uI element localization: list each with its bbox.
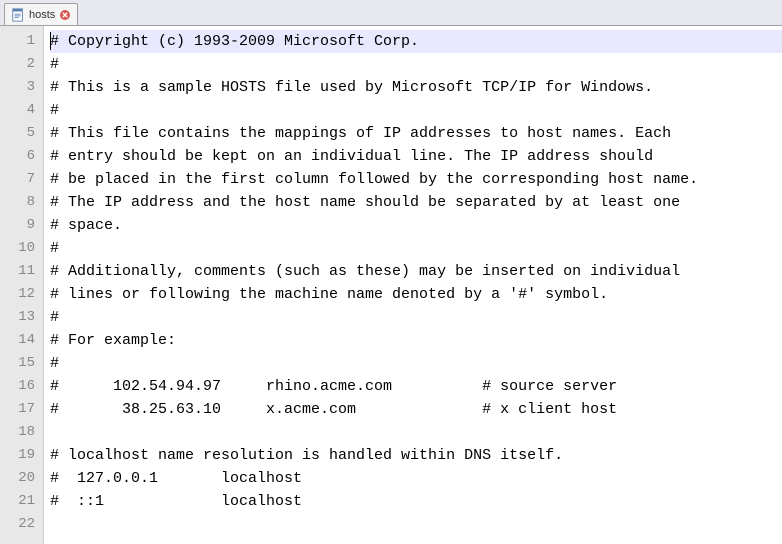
line-number: 19	[4, 444, 35, 467]
code-line[interactable]: # 102.54.94.97 rhino.acme.com # source s…	[50, 375, 782, 398]
code-line[interactable]: # For example:	[50, 329, 782, 352]
line-number: 21	[4, 490, 35, 513]
code-line[interactable]: # be placed in the first column followed…	[50, 168, 782, 191]
code-line[interactable]: #	[50, 237, 782, 260]
line-number: 20	[4, 467, 35, 490]
line-number: 6	[4, 145, 35, 168]
code-line[interactable]: # space.	[50, 214, 782, 237]
line-number: 7	[4, 168, 35, 191]
code-line[interactable]: # This file contains the mappings of IP …	[50, 122, 782, 145]
tab-label: hosts	[29, 9, 55, 21]
line-number: 1	[4, 30, 35, 53]
line-number: 2	[4, 53, 35, 76]
line-number-gutter: 12345678910111213141516171819202122	[0, 26, 44, 544]
line-number: 5	[4, 122, 35, 145]
code-line[interactable]: # Additionally, comments (such as these)…	[50, 260, 782, 283]
line-number: 18	[4, 421, 35, 444]
code-line[interactable]	[50, 421, 782, 444]
line-number: 10	[4, 237, 35, 260]
code-line[interactable]: # Copyright (c) 1993-2009 Microsoft Corp…	[50, 30, 782, 53]
line-number: 11	[4, 260, 35, 283]
code-line[interactable]: #	[50, 53, 782, 76]
close-icon[interactable]	[59, 9, 71, 21]
line-number: 13	[4, 306, 35, 329]
line-number: 22	[4, 513, 35, 536]
code-line[interactable]: # The IP address and the host name shoul…	[50, 191, 782, 214]
code-line[interactable]: # entry should be kept on an individual …	[50, 145, 782, 168]
line-number: 17	[4, 398, 35, 421]
code-line[interactable]: # This is a sample HOSTS file used by Mi…	[50, 76, 782, 99]
tab-hosts[interactable]: hosts	[4, 3, 78, 25]
line-number: 14	[4, 329, 35, 352]
file-icon	[11, 8, 25, 22]
line-number: 8	[4, 191, 35, 214]
code-line[interactable]: # 38.25.63.10 x.acme.com # x client host	[50, 398, 782, 421]
code-line[interactable]: #	[50, 306, 782, 329]
line-number: 3	[4, 76, 35, 99]
line-number: 9	[4, 214, 35, 237]
line-number: 15	[4, 352, 35, 375]
code-line[interactable]: # localhost name resolution is handled w…	[50, 444, 782, 467]
text-caret	[50, 32, 51, 50]
line-number: 16	[4, 375, 35, 398]
code-line[interactable]	[50, 513, 782, 536]
line-number: 12	[4, 283, 35, 306]
editor: 12345678910111213141516171819202122 # Co…	[0, 26, 782, 544]
code-line[interactable]: #	[50, 352, 782, 375]
code-line[interactable]: #	[50, 99, 782, 122]
code-line[interactable]: # lines or following the machine name de…	[50, 283, 782, 306]
code-area[interactable]: # Copyright (c) 1993-2009 Microsoft Corp…	[44, 26, 782, 544]
code-line[interactable]: # 127.0.0.1 localhost	[50, 467, 782, 490]
line-number: 4	[4, 99, 35, 122]
code-line[interactable]: # ::1 localhost	[50, 490, 782, 513]
tab-bar: hosts	[0, 0, 782, 26]
